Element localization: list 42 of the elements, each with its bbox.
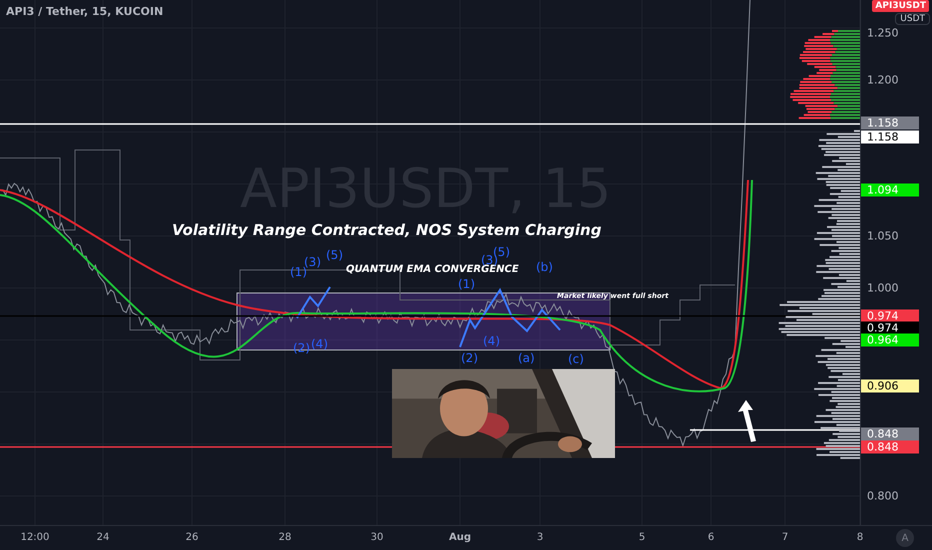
subtitle-text: QUANTUM EMA CONVERGENCE [346, 264, 519, 275]
wave-label: (3) [304, 256, 321, 269]
price-tag: 1.094 [861, 184, 919, 196]
price-label: 1.200 [867, 74, 898, 86]
price-tag: 0.848 [861, 428, 919, 440]
price-tag: 0.848 [861, 440, 919, 454]
currency-button[interactable]: USDT [895, 13, 930, 25]
wave-count-line [296, 286, 331, 319]
price-label: 1.000 [867, 282, 898, 294]
time-label: Aug [448, 532, 472, 543]
time-label: 3 [536, 532, 544, 543]
time-label: 26 [186, 532, 198, 543]
time-label: 6 [708, 532, 714, 543]
time-label: 8 [856, 532, 864, 543]
wave-label: (a) [518, 352, 535, 366]
up-arrow-icon [738, 400, 756, 442]
wave-label: (b) [536, 261, 553, 274]
time-label: 24 [96, 532, 110, 543]
price-tag: 0.906 [861, 380, 919, 392]
time-label: 7 [782, 532, 788, 543]
wave-label: (1) [458, 278, 475, 292]
price-tag: 1.158 [861, 130, 919, 144]
price-tag: 0.974 [861, 310, 919, 322]
price-tag: 0.964 [861, 334, 919, 346]
wave-label: (5) [326, 249, 343, 262]
symbol-badge: API3USDT [872, 0, 929, 12]
price-tag: 1.158 [861, 116, 919, 130]
time-label: 28 [278, 532, 292, 543]
price-label: 1.050 [867, 230, 898, 242]
wave-label: (c) [568, 353, 584, 366]
chart-title: API3 / Tether, 15, KUCOIN [6, 5, 164, 18]
wave-label: (4) [311, 338, 328, 352]
headline-text: Volatility Range Contracted, NOS System Charging [172, 222, 602, 238]
time-label: 5 [638, 532, 646, 543]
price-label: 0.800 [867, 490, 898, 502]
time-label: 12:00 [20, 532, 50, 543]
price-label: 1.250 [867, 26, 898, 40]
wave-label: (2) [461, 352, 478, 366]
price-tag: 0.974 [861, 322, 919, 334]
wave-label: (1) [290, 266, 307, 280]
wave-label: (4) [483, 335, 500, 348]
time-label: 30 [370, 532, 384, 543]
